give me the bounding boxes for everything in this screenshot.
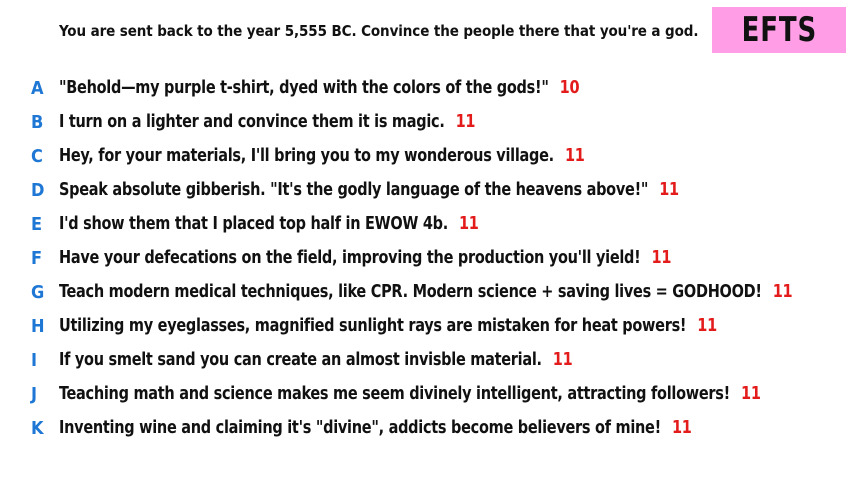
entry-letter: I: [31, 349, 38, 371]
entry-score: 11: [741, 384, 761, 404]
list-item: K Inventing wine and claiming it's "divi…: [0, 411, 853, 445]
entry-text: Hey, for your materials, I'll bring you …: [59, 146, 585, 166]
list-item: H Utilizing my eyeglasses, magnified sun…: [0, 309, 853, 343]
list-item: D Speak absolute gibberish. "It's the go…: [0, 173, 853, 207]
badge-label: EFTS: [741, 10, 817, 50]
list-item: G Teach modern medical techniques, like …: [0, 275, 853, 309]
entry-score: 11: [651, 248, 672, 268]
entry-response: Have your defecations on the field, impr…: [59, 248, 641, 268]
list-item: B I turn on a lighter and convince them …: [0, 105, 853, 139]
entry-text: If you smelt sand you can create an almo…: [59, 350, 573, 370]
entry-text: Speak absolute gibberish. "It's the godl…: [59, 180, 679, 200]
prompt-text: You are sent back to the year 5,555 BC. …: [59, 22, 699, 40]
entry-letter: J: [31, 383, 38, 405]
entry-response: Hey, for your materials, I'll bring you …: [59, 146, 554, 166]
entry-score: 10: [559, 78, 580, 98]
entry-score: 11: [659, 180, 679, 200]
list-item: I If you smelt sand you can create an al…: [0, 343, 853, 377]
entry-response: I'd show them that I placed top half in …: [59, 214, 448, 234]
entry-response: Utilizing my eyeglasses, magnified sunli…: [59, 316, 687, 336]
entry-score: 11: [455, 112, 476, 132]
list-item: E I'd show them that I placed top half i…: [0, 207, 853, 241]
response-list: A "Behold—my purple t-shirt, dyed with t…: [0, 71, 853, 445]
entry-response: Teach modern medical techniques, like CP…: [59, 282, 762, 302]
entry-score: 11: [697, 316, 717, 336]
entry-score: 11: [458, 214, 479, 234]
entry-score: 11: [564, 146, 585, 166]
list-item: J Teaching math and science makes me see…: [0, 377, 853, 411]
entry-letter: C: [31, 145, 43, 167]
entry-score: 11: [671, 418, 692, 438]
entry-text: Teaching math and science makes me seem …: [59, 384, 761, 404]
entry-letter: K: [31, 417, 44, 439]
list-item: C Hey, for your materials, I'll bring yo…: [0, 139, 853, 173]
list-item: A "Behold—my purple t-shirt, dyed with t…: [0, 71, 853, 105]
entry-letter: F: [31, 247, 43, 269]
entry-letter: H: [31, 315, 45, 337]
entry-score: 11: [772, 282, 793, 302]
entry-response: Speak absolute gibberish. "It's the godl…: [59, 180, 649, 200]
entry-text: "Behold—my purple t-shirt, dyed with the…: [59, 78, 580, 98]
entry-text: I'd show them that I placed top half in …: [59, 214, 479, 234]
entry-response: Inventing wine and claiming it's "divine…: [59, 418, 661, 438]
entry-text: Teach modern medical techniques, like CP…: [59, 282, 793, 302]
entry-text: Have your defecations on the field, impr…: [59, 248, 671, 268]
entry-response: I turn on a lighter and convince them it…: [59, 112, 445, 132]
entry-letter: G: [31, 281, 45, 303]
entry-response: If you smelt sand you can create an almo…: [59, 350, 542, 370]
entry-letter: A: [31, 77, 44, 99]
list-item: F Have your defecations on the field, im…: [0, 241, 853, 275]
entry-text: I turn on a lighter and convince them it…: [59, 112, 475, 132]
entry-letter: B: [31, 111, 44, 133]
efts-badge: EFTS: [712, 7, 846, 53]
entry-text: Inventing wine and claiming it's "divine…: [59, 418, 692, 438]
entry-letter: E: [31, 213, 43, 235]
entry-score: 11: [552, 350, 573, 370]
entry-response: Teaching math and science makes me seem …: [59, 384, 730, 404]
entry-letter: D: [31, 179, 45, 201]
entry-response: "Behold—my purple t-shirt, dyed with the…: [59, 78, 549, 98]
entry-text: Utilizing my eyeglasses, magnified sunli…: [59, 316, 717, 336]
